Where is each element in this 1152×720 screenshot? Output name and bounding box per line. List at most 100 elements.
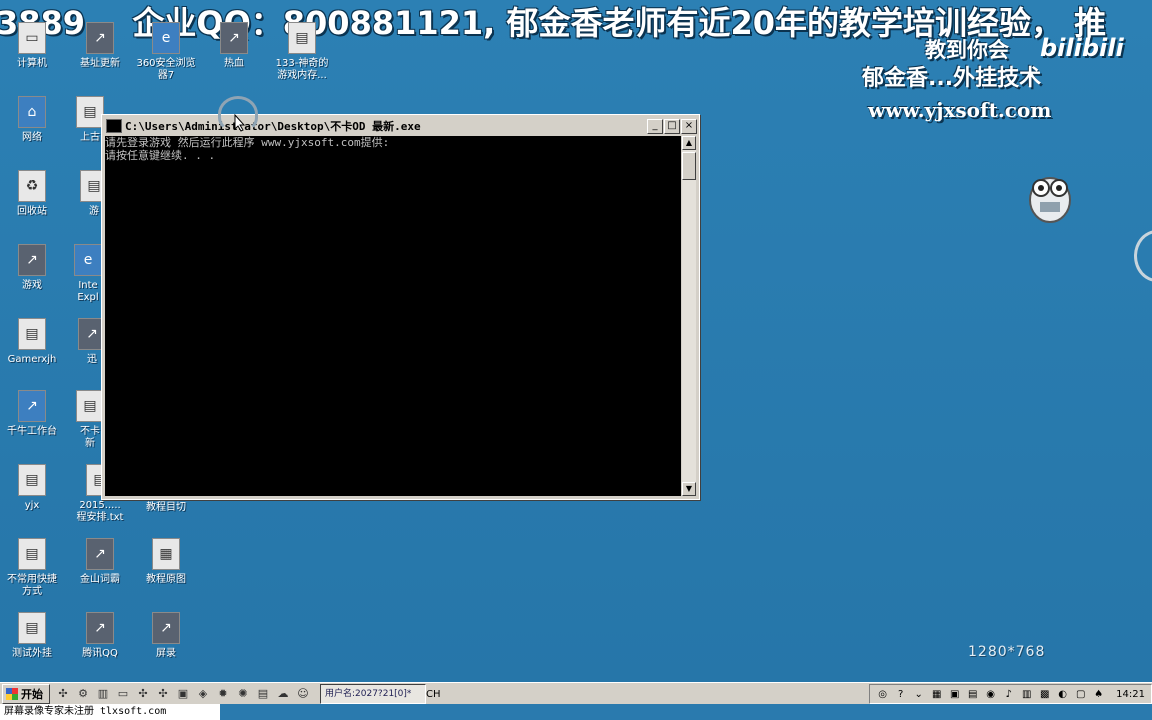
desktop-icon-360-browser[interactable]: e 360安全浏览 器7 <box>128 22 204 82</box>
console-line: 请按任意键继续. . . <box>105 149 216 162</box>
console-scrollbar[interactable]: ▲ ▼ <box>682 136 696 496</box>
screen-recorder-icon: ↗ <box>152 612 180 644</box>
document-icon: ▤ <box>18 464 46 496</box>
recorder-watermark: 屏幕录像专家未注册 tlxsoft.com <box>0 704 224 720</box>
shortcut-icon: ↗ <box>18 244 46 276</box>
scroll-up-icon[interactable]: ▲ <box>682 136 696 150</box>
start-label: 开始 <box>21 688 43 701</box>
quicklaunch-tool-icon[interactable]: ✣ <box>56 687 70 701</box>
tray-app-icon[interactable]: ▤ <box>966 688 979 701</box>
console-line: 请先登录游戏 然后运行此程序 www.yjxsoft.com提供: <box>105 136 390 149</box>
tray-arrow-icon[interactable]: ⌄ <box>912 688 925 701</box>
desktop-icon-label: 腾讯QQ <box>82 648 118 659</box>
desktop-icon-base-update[interactable]: ↗ 基址更新 <box>62 22 138 70</box>
console-title: C:\Users\Administrator\Desktop\不卡OD 最新.e… <box>125 120 421 133</box>
document-icon: ▤ <box>18 538 46 570</box>
quicklaunch-app-icon[interactable]: ▥ <box>96 687 110 701</box>
document-icon: ▤ <box>18 318 46 350</box>
qianniu-icon: ↗ <box>18 390 46 422</box>
document-icon: ▤ <box>18 612 46 644</box>
tray-app-icon[interactable]: ▢ <box>1074 688 1087 701</box>
shortcut-icon: ↗ <box>86 22 114 54</box>
tray-app-icon[interactable]: ◎ <box>876 688 889 701</box>
desktop-icon-course-images[interactable]: ▦ 教程原图 <box>128 538 204 586</box>
close-button[interactable]: × <box>681 118 697 134</box>
quicklaunch-window-icon[interactable]: ▭ <box>116 687 130 701</box>
internet-explorer-icon: e <box>74 244 102 276</box>
desktop-icon-yjx[interactable]: ▤ yjx <box>0 464 70 512</box>
desktop-icon-label: 屏录 <box>156 648 176 659</box>
minimize-button[interactable]: _ <box>647 118 663 134</box>
quicklaunch-settings-icon[interactable]: ⚙ <box>76 687 90 701</box>
desktop-icon-test-plugin[interactable]: ▤ 测试外挂 <box>0 612 70 660</box>
desktop-icon-computer[interactable]: ▭ 计算机 <box>0 22 70 70</box>
tray-app-icon[interactable]: ◉ <box>984 688 997 701</box>
console-window[interactable]: C:\Users\Administrator\Desktop\不卡OD 最新.e… <box>101 114 700 500</box>
tray-app-icon[interactable]: ♠ <box>1092 688 1105 701</box>
windows-logo-icon <box>6 688 18 700</box>
tray-app-icon[interactable]: ▥ <box>1020 688 1033 701</box>
desktop-icon-tencent-qq[interactable]: ↗ 腾讯QQ <box>62 612 138 660</box>
image-icon: ▦ <box>152 538 180 570</box>
help-icon[interactable]: ? <box>894 688 907 701</box>
tray-app-icon[interactable]: ▦ <box>930 688 943 701</box>
system-tray: ◎ ? ⌄ ▦ ▣ ▤ ◉ ♪ ▥ ▩ ◐ ▢ ♠ 14:21 <box>869 684 1152 704</box>
volume-icon[interactable]: ♪ <box>1002 688 1015 701</box>
quicklaunch-user-icon[interactable]: ☺ <box>296 687 310 701</box>
scroll-down-icon[interactable]: ▼ <box>682 482 696 496</box>
desktop-icon-screen-record[interactable]: ↗ 屏录 <box>128 612 204 660</box>
quicklaunch-tool-icon[interactable]: ✣ <box>136 687 150 701</box>
scroll-thumb[interactable] <box>682 152 696 180</box>
console-titlebar[interactable]: C:\Users\Administrator\Desktop\不卡OD 最新.e… <box>104 117 697 135</box>
dictionary-icon: ↗ <box>86 538 114 570</box>
quicklaunch-gear-icon[interactable]: ✺ <box>236 687 250 701</box>
desktop-icon-label: 计算机 <box>17 58 47 69</box>
desktop-icon-shortcuts-folder[interactable]: ▤ 不常用快捷 方式 <box>0 538 70 598</box>
desktop-icon-133-game-memory[interactable]: ▤ 133-神奇的 游戏内存... <box>264 22 340 82</box>
taskbar-window-button[interactable]: 用户名:2027?21[0]* <box>320 684 426 704</box>
document-icon: ▤ <box>76 96 104 128</box>
maximize-button[interactable]: □ <box>664 118 680 134</box>
quick-launch: ✣ ⚙ ▥ ▭ ✣ ✣ ▣ ◈ ✹ ✺ ▤ ☁ ☺ <box>56 687 310 701</box>
quicklaunch-cloud-icon[interactable]: ☁ <box>276 687 290 701</box>
computer-icon: ▭ <box>18 22 46 54</box>
network-status-icon[interactable]: ▩ <box>1038 688 1051 701</box>
qq-icon: ↗ <box>86 612 114 644</box>
start-button[interactable]: 开始 <box>2 684 50 704</box>
desktop-icon-label: 不常用快捷 方式 <box>7 574 57 597</box>
quicklaunch-gear-icon[interactable]: ✹ <box>216 687 230 701</box>
shortcut-icon: ↗ <box>220 22 248 54</box>
desktop-icon-label: 基址更新 <box>80 58 120 69</box>
language-indicator[interactable]: CH <box>426 689 441 700</box>
recycle-bin-icon: ♻ <box>18 170 46 202</box>
desktop-icon-label: 教程目切 <box>146 502 186 513</box>
brand-url: www.yjxsoft.com <box>868 98 1052 122</box>
console-icon <box>106 119 122 133</box>
brand-name: 郁金香...外挂技术 <box>862 66 1042 91</box>
owl-mascot-icon <box>1029 177 1071 223</box>
bilibili-logo: bilibili <box>1040 34 1124 62</box>
clock[interactable]: 14:21 <box>1116 689 1145 700</box>
quicklaunch-app-icon[interactable]: ◈ <box>196 687 210 701</box>
desktop-icon-label: yjx <box>24 500 40 511</box>
desktop-icon-label: 360安全浏览 器7 <box>136 58 196 81</box>
desktop-icon-label: 2015..... 程安排.txt <box>76 500 124 523</box>
taskbar: 开始 ✣ ⚙ ▥ ▭ ✣ ✣ ▣ ◈ ✹ ✺ ▤ ☁ ☺ 用户名:2027?21… <box>0 682 1152 705</box>
desktop-icon-jinshan-ciba[interactable]: ↗ 金山词霸 <box>62 538 138 586</box>
mouse-cursor-icon <box>234 114 246 132</box>
quicklaunch-tool-icon[interactable]: ✣ <box>156 687 170 701</box>
desktop-icon-label: 热血 <box>224 58 244 69</box>
tray-app-icon[interactable]: ▣ <box>948 688 961 701</box>
quicklaunch-record-icon[interactable]: ▣ <box>176 687 190 701</box>
document-icon: ▤ <box>288 22 316 54</box>
desktop-icon-label: 测试外挂 <box>12 648 52 659</box>
desktop-icon-label: 金山词霸 <box>80 574 120 585</box>
desktop-icon-rexue[interactable]: ↗ 热血 <box>196 22 272 70</box>
quicklaunch-folder-icon[interactable]: ▤ <box>256 687 270 701</box>
tray-app-icon[interactable]: ◐ <box>1056 688 1069 701</box>
desktop-icon-label: 133-神奇的 游戏内存... <box>275 58 329 81</box>
browser-icon: e <box>152 22 180 54</box>
console-output[interactable]: 请先登录游戏 然后运行此程序 www.yjxsoft.com提供: 请按任意键继… <box>105 136 681 496</box>
network-icon: ⌂ <box>18 96 46 128</box>
resolution-text: 1280*768 <box>968 644 1046 660</box>
